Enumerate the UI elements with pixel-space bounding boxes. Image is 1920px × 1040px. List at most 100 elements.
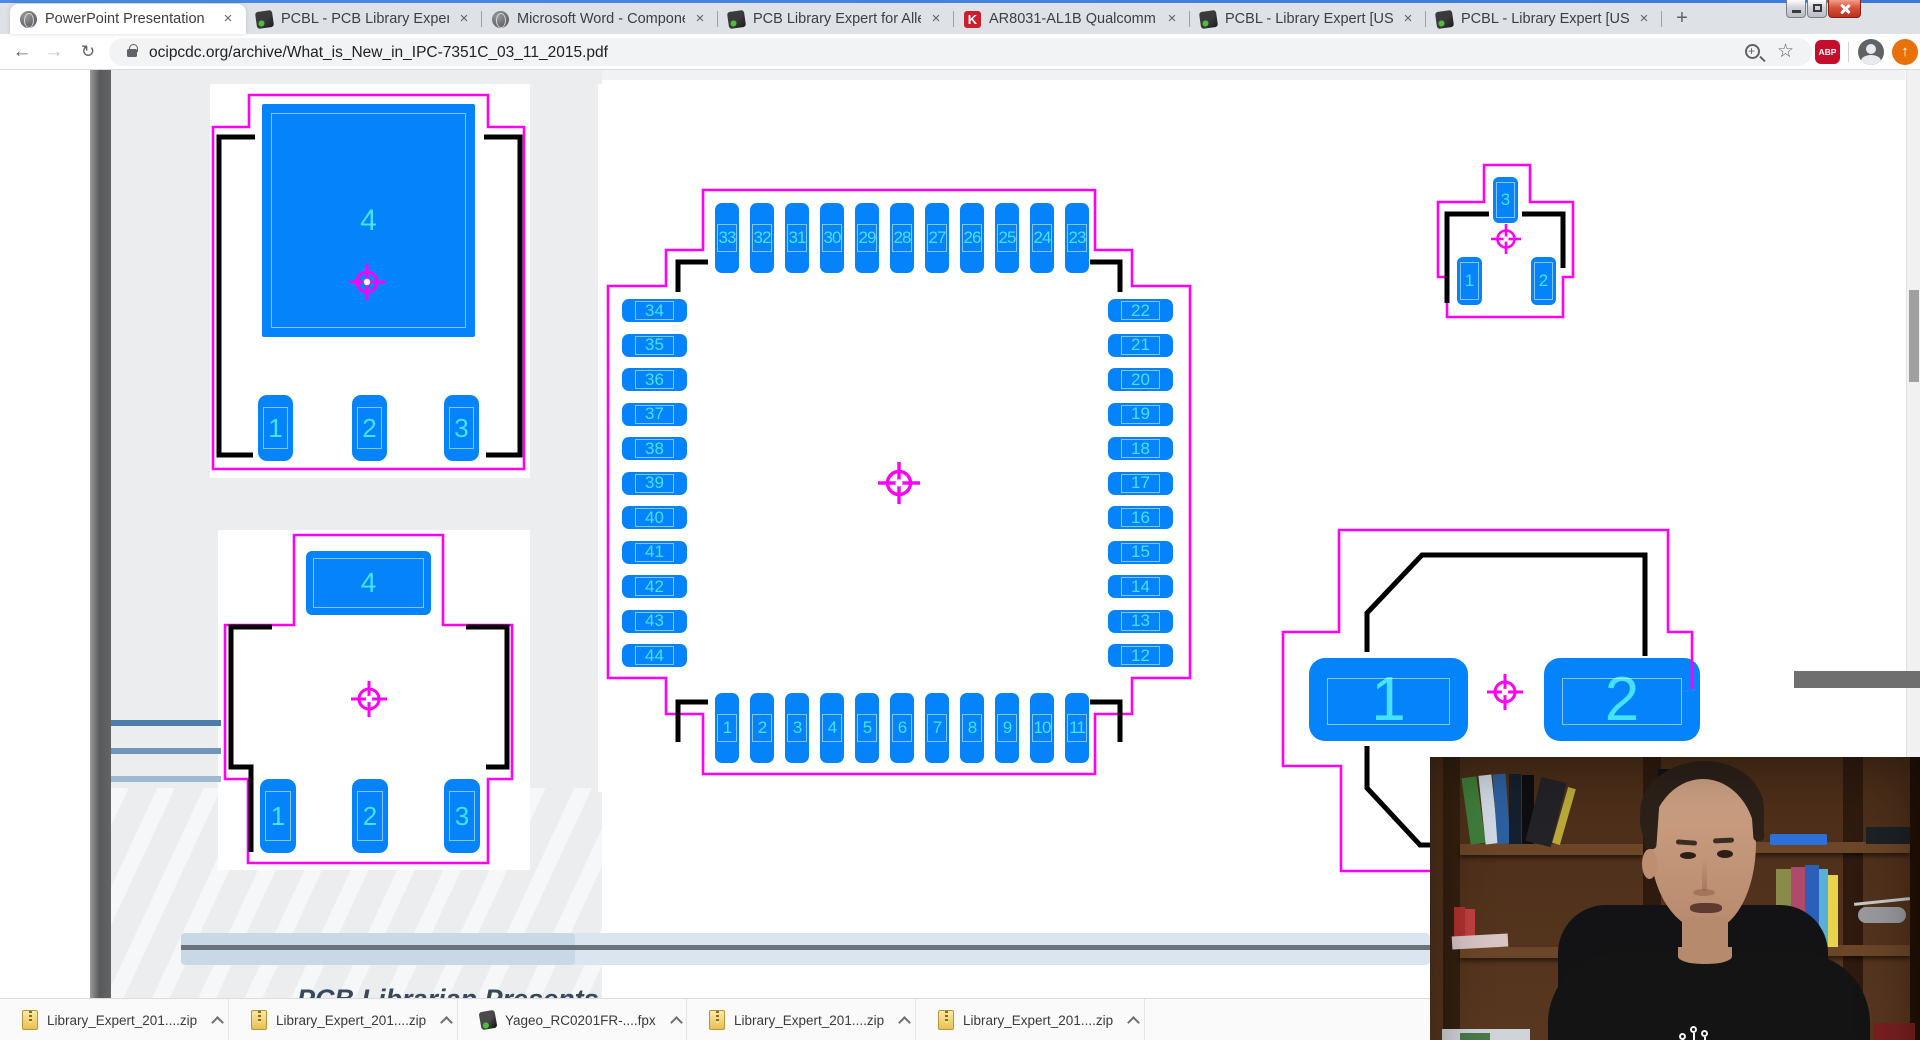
update-menu-icon[interactable]: ↑: [1892, 39, 1918, 65]
download-item[interactable]: Library_Expert_201....zip: [229, 999, 458, 1040]
tab-title: AR8031-AL1B Qualcomm | Integr: [989, 11, 1157, 27]
qfp-pad-32: 32: [750, 203, 774, 273]
qfp-pad-24: 24: [1030, 203, 1054, 273]
url-text[interactable]: ocipcdc.org/archive/What_is_New_in_IPC-7…: [149, 44, 608, 62]
tab-1[interactable]: PowerPoint Presentation ×: [10, 4, 246, 34]
tab-close-icon[interactable]: ×: [1399, 10, 1417, 28]
slide-divider-line: [181, 945, 1430, 950]
tab-7[interactable]: PCBL - Library Expert [USER GUID ×: [1426, 4, 1662, 34]
sot223-pad-3: 3: [444, 779, 480, 853]
qfp-pad-1: 1: [715, 693, 739, 763]
close-button[interactable]: [1828, 0, 1861, 18]
window-frame-strip: [0, 0, 1920, 3]
qfp-pad-40: 40: [622, 506, 687, 529]
trace-line: [111, 776, 221, 782]
chevron-up-icon[interactable]: [898, 1016, 911, 1029]
download-item[interactable]: Yageo_RC0201FR-....fpx: [458, 999, 687, 1040]
reload-button[interactable]: ↻: [74, 38, 102, 66]
zoom-icon[interactable]: [1745, 44, 1760, 59]
qfp-pad-27: 27: [925, 203, 949, 273]
tab-4[interactable]: PCB Library Expert for Allegro ×: [718, 4, 954, 34]
new-tab-button[interactable]: +: [1668, 6, 1696, 32]
dual-pad-2: 2: [1544, 658, 1700, 741]
bookmark-star-icon[interactable]: ☆: [1777, 40, 1794, 63]
globe-icon: [20, 11, 37, 28]
qfp-pad-9: 9: [995, 693, 1019, 763]
zip-icon: [709, 1010, 725, 1030]
dual-pad-1: 1: [1309, 658, 1468, 741]
to252-pad-2: 2: [352, 395, 387, 461]
download-name: Library_Expert_201....zip: [47, 1013, 197, 1028]
download-item[interactable]: Library_Expert_201....zip: [0, 999, 229, 1040]
qfp-pad-41: 41: [622, 541, 687, 564]
tab-close-icon[interactable]: ×: [455, 10, 473, 28]
kynix-icon: K: [964, 11, 981, 28]
chevron-up-icon[interactable]: [670, 1016, 683, 1029]
tab-close-icon[interactable]: ×: [691, 10, 709, 28]
restore-icon: [1813, 4, 1822, 12]
pdf-viewer: PCB Librarian Presents 41234123333231302…: [0, 70, 1920, 1040]
trace-line: [111, 720, 221, 726]
tab-title: PowerPoint Presentation: [45, 11, 213, 27]
profile-avatar[interactable]: [1858, 39, 1884, 65]
qfp-pad-13: 13: [1108, 610, 1173, 633]
adblock-extension-icon[interactable]: ABP: [1815, 40, 1840, 64]
tab-bar: PowerPoint Presentation×PCBL - PCB Libra…: [0, 0, 1920, 34]
tab-title: PCBL - PCB Library Expert: [281, 11, 449, 27]
qfp-pad-2: 2: [750, 693, 774, 763]
gray-patch: [1794, 671, 1920, 688]
to252-tab-pad: 4: [262, 104, 475, 337]
download-name: Library_Expert_201....zip: [276, 1013, 426, 1028]
qfp-pad-21: 21: [1108, 334, 1173, 357]
tab-2[interactable]: PCBL - PCB Library Expert ×: [246, 4, 482, 34]
tab-3[interactable]: Microsoft Word - Component Ze×: [482, 4, 718, 34]
webcam-vignette: [1430, 757, 1920, 1040]
back-button[interactable]: ←: [8, 38, 36, 66]
qfp-pad-15: 15: [1108, 541, 1173, 564]
download-item[interactable]: Library_Expert_201....zip: [916, 999, 1145, 1040]
tab-close-icon[interactable]: ×: [1635, 10, 1653, 28]
qfp-pad-29: 29: [855, 203, 879, 273]
qfp-pad-14: 14: [1108, 575, 1173, 598]
qfp-pad-44: 44: [622, 644, 687, 667]
restore-button[interactable]: [1807, 0, 1827, 18]
sot23-pad-3: 3: [1493, 177, 1518, 223]
footprint-plate: [598, 84, 1198, 792]
download-name: Yageo_RC0201FR-....fpx: [505, 1013, 656, 1028]
forward-button[interactable]: →: [40, 38, 68, 66]
chevron-up-icon[interactable]: [1127, 1016, 1140, 1029]
qfp-pad-42: 42: [622, 575, 687, 598]
minimize-icon: [1792, 10, 1801, 13]
chevron-up-icon[interactable]: [440, 1016, 453, 1029]
sot223-pad-1: 1: [260, 779, 296, 853]
tab-close-icon[interactable]: ×: [219, 10, 237, 28]
minimize-button[interactable]: [1786, 0, 1806, 18]
pcbl-icon: [727, 9, 746, 28]
browser-window: PowerPoint Presentation×PCBL - PCB Libra…: [0, 0, 1920, 1040]
tab-title: PCBL - Library Expert [USER GUID: [1461, 11, 1629, 27]
qfp-pad-16: 16: [1108, 506, 1173, 529]
globe-icon: [492, 11, 509, 28]
chevron-up-icon[interactable]: [211, 1016, 224, 1029]
zip-icon: [22, 1010, 38, 1030]
qfp-pad-34: 34: [622, 299, 687, 322]
tab-6[interactable]: PCBL - Library Expert [USER GUID×: [1190, 4, 1426, 34]
scrollbar-thumb[interactable]: [1909, 290, 1919, 382]
sot23-pad-1: 1: [1457, 257, 1482, 305]
qfp-pad-33: 33: [715, 203, 739, 273]
qfp-pad-35: 35: [622, 334, 687, 357]
download-name: Library_Expert_201....zip: [734, 1013, 884, 1028]
download-item[interactable]: Library_Expert_201....zip: [687, 999, 916, 1040]
tab-close-icon[interactable]: ×: [1163, 10, 1181, 28]
zip-icon: [251, 1010, 267, 1030]
toolbar-divider: [1848, 42, 1849, 62]
tab-close-icon[interactable]: ×: [927, 10, 945, 28]
qfp-pad-7: 7: [925, 693, 949, 763]
tab-5[interactable]: K AR8031-AL1B Qualcomm | Integr ×: [954, 4, 1190, 34]
tab-title: PCB Library Expert for Allegro: [753, 11, 921, 27]
webcam-overlay: [1430, 757, 1920, 1040]
qfp-pad-8: 8: [960, 693, 984, 763]
pcbl-icon: [1435, 9, 1454, 28]
sot23-pad-2: 2: [1531, 257, 1556, 305]
address-bar[interactable]: ocipcdc.org/archive/What_is_New_in_IPC-7…: [109, 38, 1812, 66]
